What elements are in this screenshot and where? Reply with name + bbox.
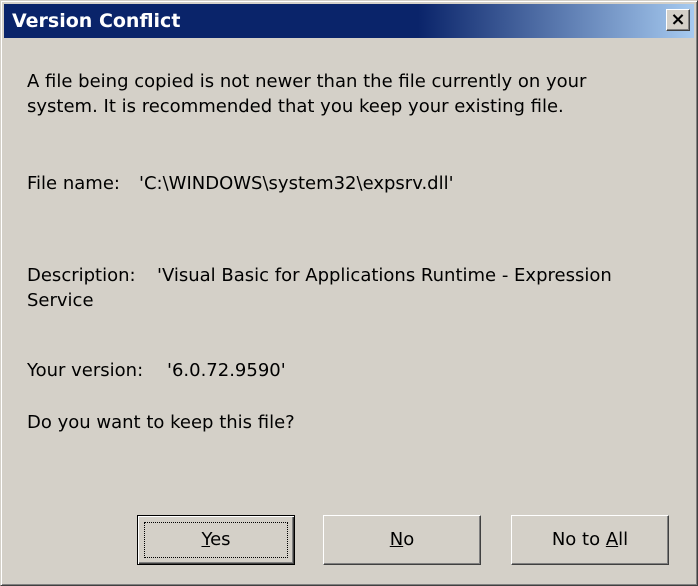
description-label: Description: [27,265,136,286]
title-bar[interactable]: Version Conflict × [4,4,694,38]
message-text: A file being copied is not newer than th… [27,69,586,119]
version-label: Your version: [27,360,144,381]
message-line-1: A file being copied is not newer than th… [27,71,587,92]
file-name-value: 'C:\WINDOWS\system32\expsrv.dll' [139,173,454,194]
description-value-line-1: 'Visual Basic for Applications Runtime -… [157,265,612,286]
close-icon: × [670,9,686,30]
message-line-2: system. It is recommended that you keep … [27,96,564,117]
question-text: Do you want to keep this file? [27,412,295,433]
version-value: '6.0.72.9590' [167,360,286,381]
focus-rectangle [144,522,288,558]
window-title: Version Conflict [12,10,181,32]
version-conflict-dialog: Version Conflict × A file being copied i… [0,0,698,586]
no-button[interactable]: No [323,515,481,565]
no-to-all-button[interactable]: No to All [511,515,669,565]
yes-button[interactable]: Yes [137,515,295,565]
close-button[interactable]: × [666,9,690,31]
file-name-label: File name: [27,173,120,194]
no-to-all-button-label: ll [618,529,629,550]
description-value-line-2: Service [27,290,94,311]
description-row: Description: 'Visual Basic for Applicatio… [27,263,612,313]
no-button-label: o [403,529,415,550]
no-to-all-button-prefix: No to [551,529,606,550]
no-button-mnemonic: N [389,529,404,550]
no-to-all-button-mnemonic: A [605,529,619,550]
version-row: Your version: '6.0.72.9590' [27,358,286,383]
file-name-row: File name: 'C:\WINDOWS\system32\expsrv.dl… [27,171,454,196]
